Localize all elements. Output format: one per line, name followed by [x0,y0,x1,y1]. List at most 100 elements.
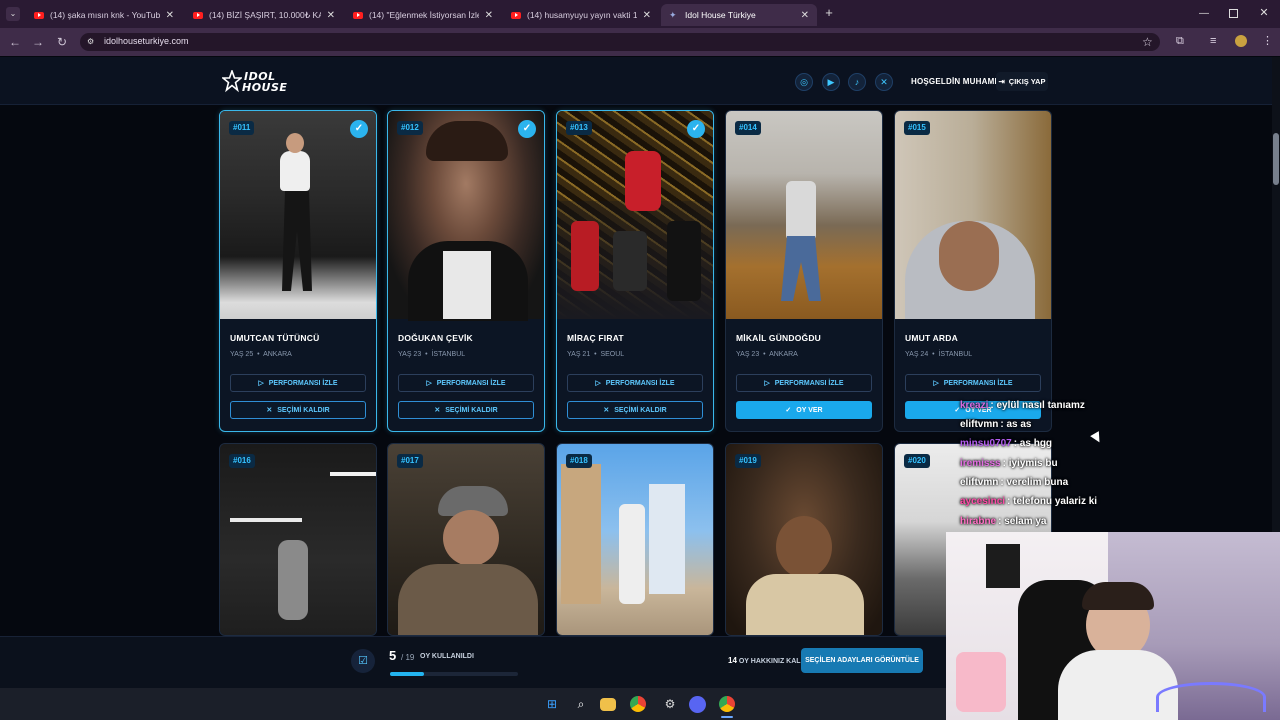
new-tab-button[interactable]: + [822,6,836,20]
candidate-card[interactable]: #016 [219,443,377,636]
chat-message: aycesinci: telefonu yalariz ki [960,496,1098,507]
candidate-meta: YAŞ 23 • ANKARA [736,351,798,358]
remove-selection-button[interactable]: ✕ SEÇİMİ KALDIR [567,401,703,419]
tab-search-button[interactable]: ⌄ [6,7,20,21]
back-icon[interactable]: ← [6,33,24,51]
candidate-photo[interactable] [557,111,713,319]
candidate-card[interactable]: #012 ✓ DOĞUKAN ÇEVİK YAŞ 23 • İSTANBUL ▷… [387,110,545,432]
candidate-name: MİKAİL GÜNDOĞDU [736,333,822,343]
browser-tab[interactable]: (14) "Eğlenmek İstiyorsan İzle" ✕ [345,4,501,26]
play-icon: ▷ [933,380,939,387]
candidate-card[interactable]: #013 ✓ MİRAÇ FIRAT YAŞ 21 • SEOUL ▷ PERFO… [556,110,714,432]
candidate-card[interactable]: #011 ✓ UMUTCAN TÜTÜNCÜ YAŞ 25 • ANKARA ▷… [219,110,377,432]
reload-icon[interactable]: ↻ [53,33,71,51]
candidate-card[interactable]: #017 [387,443,545,636]
chat-message: eliftvmn: as as [960,419,1032,430]
remove-selection-button[interactable]: ✕ SEÇİMİ KALDIR [398,401,534,419]
candidate-name: DOĞUKAN ÇEVİK [398,333,473,343]
chat-message: minsu0707: as hgg [960,438,1053,449]
forward-icon[interactable]: → [29,33,47,51]
extensions-icon[interactable]: ⧉ [1176,35,1184,48]
votes-total: / 19 [401,653,415,662]
check-icon: ✓ [785,407,792,414]
file-explorer-icon[interactable] [600,698,616,711]
browser-tab[interactable]: (14) BİZİ ŞAŞIRT, 10.000₺ KAZAN ✕ [185,4,343,26]
votes-left-text: 14 OY HAKKINIZ KALDI [728,656,808,665]
candidate-meta: YAŞ 21 • SEOUL [567,351,625,358]
remove-selection-button[interactable]: ✕ SEÇİMİ KALDIR [230,401,366,419]
candidate-photo[interactable] [388,444,544,635]
discord-icon[interactable] [689,696,706,713]
selected-check-icon: ✓ [518,120,536,138]
restore-icon[interactable] [1229,9,1238,18]
logout-button[interactable]: ⇥ ÇIKIŞ YAP [996,72,1048,91]
candidate-photo[interactable] [726,111,882,319]
watch-performance-button[interactable]: ▷ PERFORMANSI İZLE [736,374,872,392]
candidate-photo[interactable] [220,444,376,635]
watch-performance-button[interactable]: ▷ PERFORMANSI İZLE [567,374,703,392]
close-tab-icon[interactable]: ✕ [643,10,651,21]
show-selected-button[interactable]: SEÇİLEN ADAYLARI GÖRÜNTÜLE [801,648,923,673]
media-icon[interactable]: ≡ [1210,35,1216,47]
chrome-icon[interactable] [630,696,646,712]
candidate-card[interactable]: #014 MİKAİL GÜNDOĞDU YAŞ 23 • ANKARA ▷ PE… [725,110,883,432]
play-icon: ▷ [764,380,770,387]
candidate-card[interactable]: #019 [725,443,883,636]
play-icon: ▷ [258,380,264,387]
close-tab-icon[interactable]: ✕ [485,10,493,21]
chat-message: eliftvmn: verelim buna [960,477,1069,488]
watch-performance-button[interactable]: ▷ PERFORMANSI İZLE [905,374,1041,392]
search-icon[interactable]: ⌕ [571,694,591,714]
tiktok-icon[interactable]: ♪ [848,73,866,91]
selected-check-icon: ✓ [350,120,368,138]
scrollbar-thumb[interactable] [1273,133,1279,185]
candidate-number-badge: #012 [397,121,423,135]
browser-tab[interactable]: (14) şaka mısın knk - YouTube ✕ [26,4,182,26]
candidate-meta: YAŞ 24 • İSTANBUL [905,351,973,358]
browser-tab[interactable]: (14) husamyuyu yayın vakti 15 ✕ [503,4,659,26]
instagram-icon[interactable]: ◎ [795,73,813,91]
candidate-photo[interactable] [895,111,1051,319]
browser-tab-active[interactable]: ✦ Idol House Türkiye ✕ [661,4,817,26]
youtube-icon[interactable]: ▶ [822,73,840,91]
windows-start-icon[interactable]: ⊞ [542,694,562,714]
settings-icon[interactable]: ⚙ [660,694,680,714]
candidate-number-badge: #017 [397,454,423,468]
close-window-icon[interactable]: ✕ [1258,6,1270,19]
chrome-active-icon[interactable] [719,696,735,712]
candidate-photo[interactable] [220,111,376,319]
candidate-name: UMUT ARDA [905,333,958,343]
candidate-card[interactable]: #018 [556,443,714,636]
site-info-icon[interactable]: ⚙ [87,37,97,47]
close-tab-icon[interactable]: ✕ [801,10,809,21]
idol-house-logo[interactable]: IDOL HOUSE [222,68,296,96]
close-icon: ✕ [434,407,441,414]
candidate-number-badge: #011 [229,121,255,135]
ballot-icon: ☑ [351,649,375,673]
watch-performance-button[interactable]: ▷ PERFORMANSI İZLE [230,374,366,392]
candidate-meta: YAŞ 25 • ANKARA [230,351,292,358]
watch-performance-button[interactable]: ▷ PERFORMANSI İZLE [398,374,534,392]
vote-button[interactable]: ✓ OY VER [736,401,872,419]
address-bar[interactable] [80,33,1160,51]
chat-message: iremisss: iyiymis bu [960,458,1058,469]
bookmark-star-icon[interactable]: ☆ [1142,35,1153,49]
logout-icon: ⇥ [998,77,1005,86]
star-logo-icon [222,70,242,93]
x-icon[interactable]: ✕ [875,73,893,91]
vote-progress-fill [390,672,424,676]
close-tab-icon[interactable]: ✕ [327,10,335,21]
profile-avatar[interactable] [1235,35,1247,47]
youtube-icon [511,11,521,19]
minimize-icon[interactable]: — [1198,8,1210,20]
candidate-photo[interactable] [726,444,882,635]
close-tab-icon[interactable]: ✕ [166,10,174,21]
candidate-photo[interactable] [388,111,544,321]
candidate-card[interactable]: #015 UMUT ARDA YAŞ 24 • İSTANBUL ▷ PERFOR… [894,110,1052,432]
candidate-number-badge: #014 [735,121,761,135]
candidate-number-badge: #013 [566,121,592,135]
candidate-number-badge: #016 [229,454,255,468]
candidate-photo[interactable] [557,444,713,635]
chat-message: kreazi: eylül nasıl tanıamz [960,400,1085,411]
browser-menu-icon[interactable]: ⋮ [1262,34,1273,47]
